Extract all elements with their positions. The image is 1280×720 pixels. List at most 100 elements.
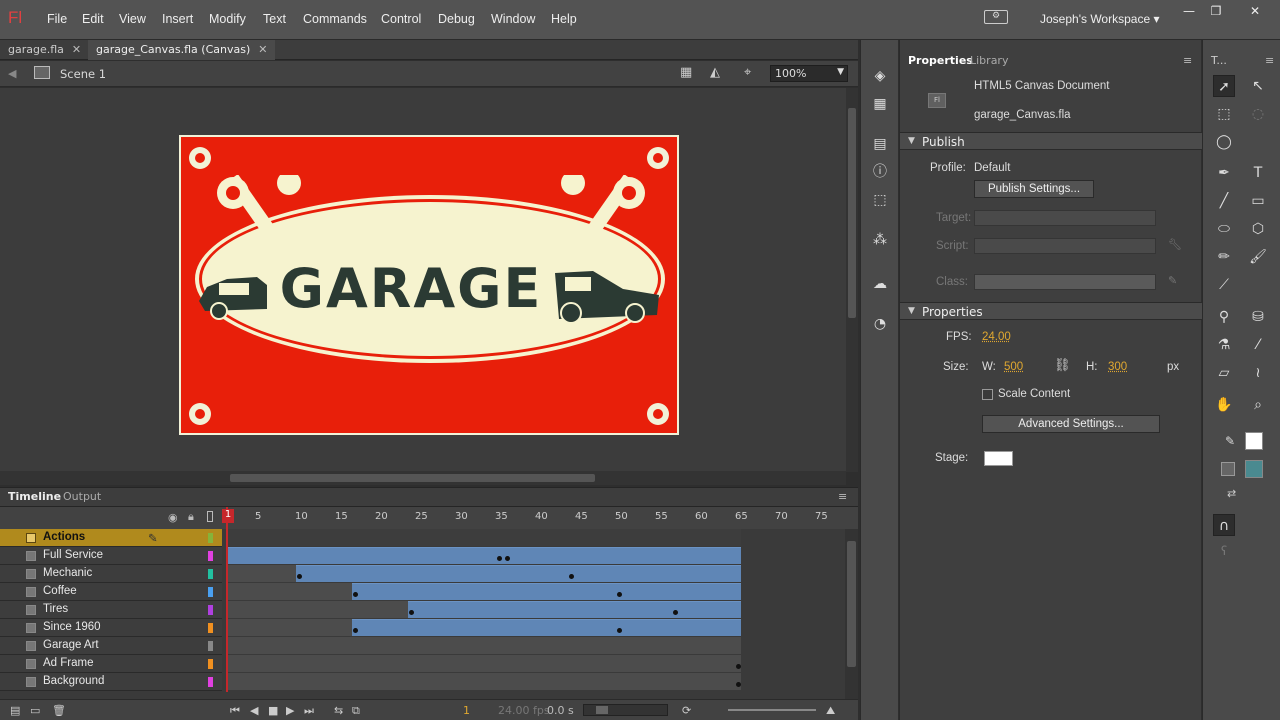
panel-menu-icon[interactable]: ≡ bbox=[1183, 54, 1192, 67]
refresh-icon[interactable]: ⟳ bbox=[682, 704, 691, 717]
frame-span[interactable] bbox=[228, 619, 352, 636]
snap-magnet-icon[interactable]: ∩ bbox=[1213, 514, 1235, 536]
layer-row[interactable]: Actions ✎ bbox=[0, 529, 222, 547]
layer-row[interactable]: Tires bbox=[0, 601, 222, 619]
keyframe[interactable] bbox=[617, 628, 622, 633]
current-frame[interactable]: 1 bbox=[463, 704, 470, 717]
trash-icon[interactable]: 🗑︎ bbox=[52, 704, 66, 717]
scroll-thumb[interactable] bbox=[848, 108, 856, 318]
motion-tween[interactable] bbox=[408, 601, 741, 618]
keyframe[interactable] bbox=[297, 574, 302, 579]
zoom-select[interactable]: 100% ▼ bbox=[770, 65, 848, 82]
keyframe[interactable] bbox=[673, 610, 678, 615]
fill-color-icon[interactable] bbox=[1221, 462, 1235, 476]
tab-garage-canvas-fla[interactable]: garage_Canvas.fla (Canvas) ✕ bbox=[88, 40, 276, 60]
playhead-frame[interactable]: 1 bbox=[222, 509, 234, 523]
eye-icon[interactable]: ◉ bbox=[168, 511, 178, 524]
workspace-switcher[interactable]: Joseph's Workspace ▾ bbox=[1040, 12, 1159, 26]
3d-rotation-icon[interactable]: ◌ bbox=[1247, 103, 1269, 125]
vertical-scrollbar[interactable] bbox=[846, 88, 858, 472]
zoom-tool-icon[interactable]: ⌕ bbox=[1247, 394, 1269, 416]
keyframe[interactable] bbox=[569, 574, 574, 579]
keyframe[interactable] bbox=[736, 664, 741, 669]
keyframe[interactable] bbox=[505, 556, 510, 561]
lasso-tool-icon[interactable]: ◯ bbox=[1213, 131, 1235, 153]
scroll-thumb[interactable] bbox=[847, 541, 856, 667]
frame-span[interactable] bbox=[228, 583, 352, 600]
loop-icon[interactable]: ⇆ bbox=[334, 704, 343, 717]
frame-span[interactable] bbox=[228, 673, 741, 690]
swatches-icon[interactable]: ▦ bbox=[870, 94, 890, 114]
publish-settings-button[interactable]: Publish Settings... bbox=[974, 180, 1094, 198]
pencil-off-icon[interactable]: ✎ bbox=[148, 531, 158, 545]
tab-library[interactable]: Library bbox=[970, 54, 1008, 67]
scale-content-label[interactable]: Scale Content bbox=[998, 388, 1070, 400]
horizontal-scrollbar[interactable] bbox=[0, 471, 846, 485]
close-tab-icon[interactable]: ✕ bbox=[72, 43, 81, 56]
outline-icon[interactable] bbox=[207, 511, 213, 522]
info-icon[interactable]: ⓘ bbox=[870, 162, 890, 182]
motion-tween[interactable] bbox=[352, 583, 741, 600]
scroll-thumb[interactable] bbox=[230, 474, 595, 482]
center-stage-icon[interactable]: ⌖ bbox=[744, 65, 751, 80]
swap-colors-icon[interactable]: ⇄ bbox=[1227, 487, 1236, 500]
frame-span[interactable] bbox=[228, 565, 296, 582]
tab-output[interactable]: Output bbox=[63, 490, 101, 503]
timeline-hscroll[interactable] bbox=[583, 704, 668, 716]
keyframe[interactable] bbox=[353, 592, 358, 597]
garage-sign-artwork[interactable]: GARAGE bbox=[179, 135, 679, 435]
lock-icon[interactable]: 🔒︎ bbox=[188, 510, 194, 524]
onion-skin-icon[interactable]: ⧉ bbox=[352, 704, 360, 718]
menu-text[interactable]: Text bbox=[263, 12, 286, 26]
subselection-tool-icon[interactable]: ↖ bbox=[1247, 75, 1269, 97]
frame-span[interactable] bbox=[228, 637, 741, 654]
edit-symbol-icon[interactable]: ◭ bbox=[710, 65, 720, 80]
fps-value[interactable]: 24.00 bbox=[982, 331, 1011, 343]
step-forward-icon[interactable]: ▶ bbox=[286, 704, 294, 717]
keyframe[interactable] bbox=[736, 682, 741, 687]
motion-presets-icon[interactable]: ◔ bbox=[870, 314, 890, 334]
keyframe[interactable] bbox=[353, 628, 358, 633]
keyframe[interactable] bbox=[617, 592, 622, 597]
scale-content-checkbox[interactable] bbox=[982, 389, 993, 400]
panel-menu-icon[interactable]: ≡ bbox=[838, 490, 847, 503]
cc-libraries-icon[interactable]: ☁ bbox=[870, 274, 890, 294]
keyframe[interactable] bbox=[409, 610, 414, 615]
layer-row[interactable]: Ad Frame bbox=[0, 655, 222, 673]
play-icon[interactable]: ■ bbox=[268, 704, 278, 717]
workspace-sync-icon[interactable]: ⚙ bbox=[984, 10, 1008, 24]
height-value[interactable]: 300 bbox=[1108, 361, 1127, 373]
properties-section[interactable]: ▼ Properties bbox=[900, 302, 1202, 320]
fill-color-swatch[interactable] bbox=[1245, 460, 1263, 478]
menu-file[interactable]: File bbox=[47, 12, 67, 26]
scene-breadcrumb[interactable]: Scene 1 bbox=[60, 67, 106, 81]
menu-view[interactable]: View bbox=[119, 12, 146, 26]
ink-bottle-icon[interactable]: ⚗ bbox=[1213, 334, 1235, 356]
frame-span[interactable] bbox=[228, 601, 408, 618]
layer-row[interactable]: Garage Art bbox=[0, 637, 222, 655]
frame-size-slider[interactable] bbox=[728, 709, 816, 711]
menu-edit[interactable]: Edit bbox=[82, 12, 104, 26]
align-icon[interactable]: ▤ bbox=[870, 134, 890, 154]
menu-help[interactable]: Help bbox=[551, 12, 577, 26]
menu-modify[interactable]: Modify bbox=[209, 12, 246, 26]
menu-window[interactable]: Window bbox=[491, 12, 535, 26]
frame-span[interactable] bbox=[228, 655, 741, 672]
minimize-button[interactable]: — bbox=[1178, 3, 1200, 19]
tab-timeline[interactable]: Timeline bbox=[8, 490, 61, 503]
restore-button[interactable]: ❐ bbox=[1205, 3, 1227, 19]
line-tool-icon[interactable]: ╱ bbox=[1213, 190, 1235, 212]
new-folder-icon[interactable]: ▭ bbox=[30, 704, 40, 717]
selection-tool-icon[interactable]: ➚ bbox=[1213, 75, 1235, 97]
scroll-thumb[interactable] bbox=[596, 706, 608, 714]
menu-insert[interactable]: Insert bbox=[162, 12, 193, 26]
link-dimensions-icon[interactable]: ⛓ bbox=[1054, 358, 1071, 373]
close-tab-icon[interactable]: ✕ bbox=[258, 43, 267, 56]
stroke-color-swatch[interactable] bbox=[1245, 432, 1263, 450]
edit-scene-icon[interactable]: ▦ bbox=[680, 65, 692, 80]
tab-properties[interactable]: Properties bbox=[908, 54, 973, 67]
brush-tool-icon[interactable]: ⟋ bbox=[1213, 274, 1235, 296]
motion-tween[interactable] bbox=[352, 619, 741, 636]
layer-row[interactable]: Since 1960 bbox=[0, 619, 222, 637]
width-tool-icon[interactable]: ≀ bbox=[1247, 362, 1269, 384]
